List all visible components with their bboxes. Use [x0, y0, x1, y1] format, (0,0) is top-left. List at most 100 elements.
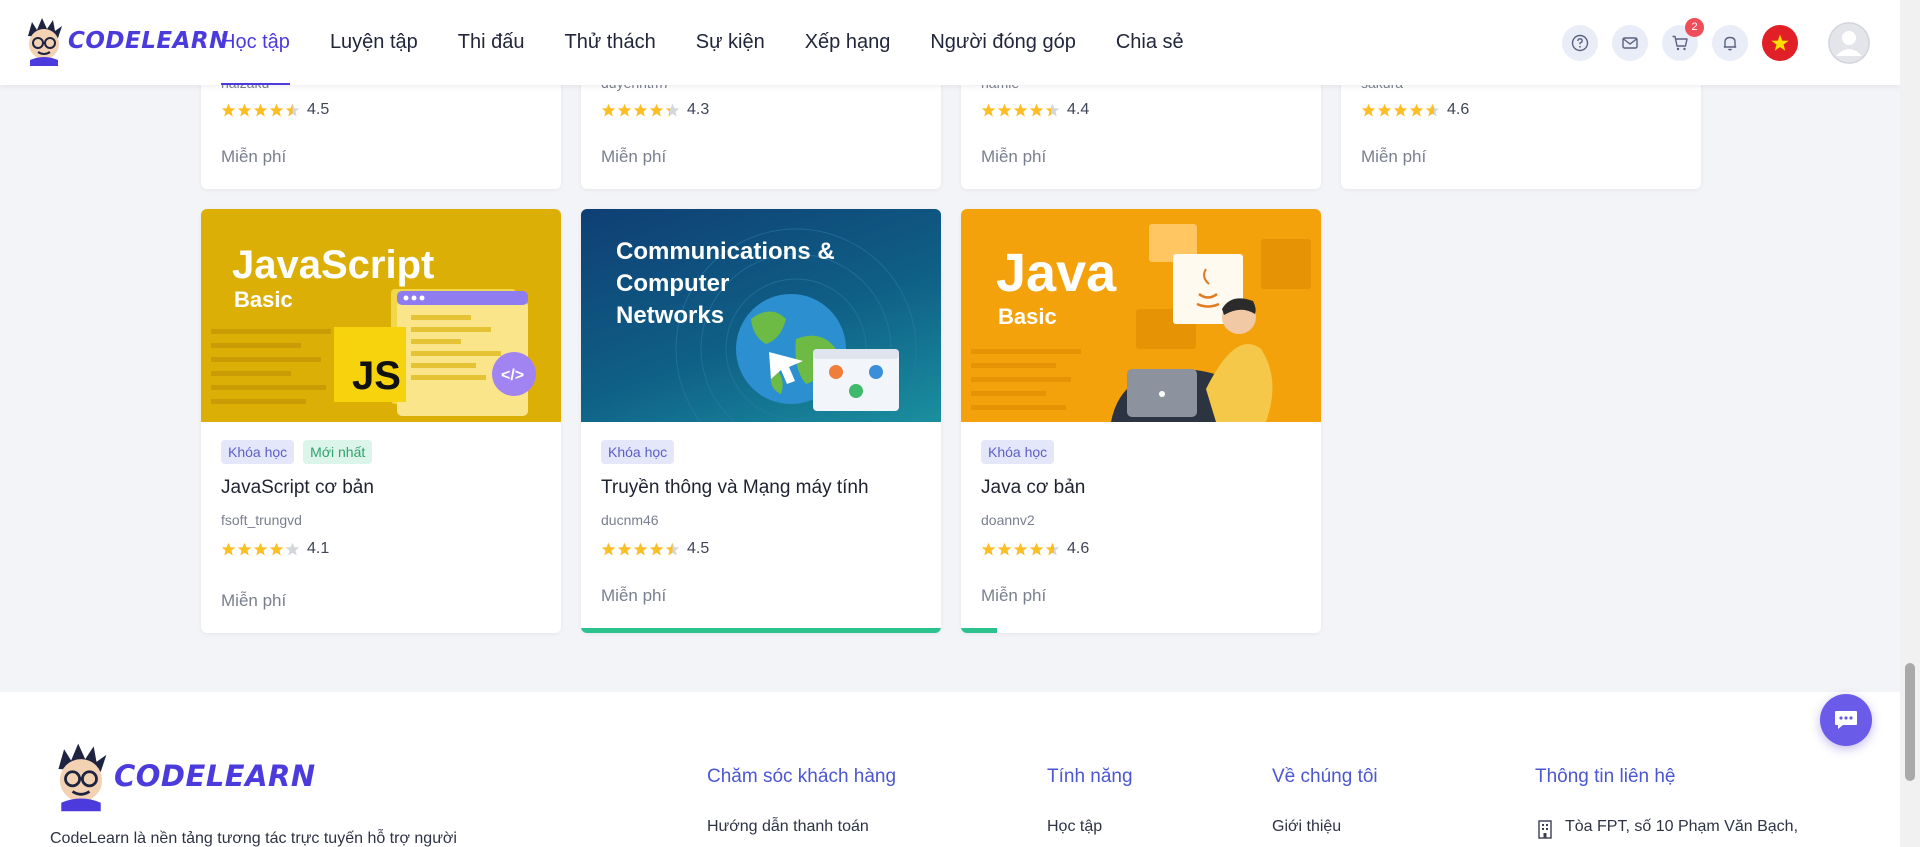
star-icon: [649, 542, 664, 555]
mascot-logo-icon: [58, 743, 107, 812]
cart-button[interactable]: 2: [1662, 18, 1704, 61]
star-icon: [285, 542, 300, 555]
chat-button[interactable]: [1820, 694, 1872, 746]
language-button[interactable]: [1762, 25, 1798, 61]
star-icon: [221, 542, 236, 555]
notifications-button[interactable]: [1712, 25, 1748, 61]
building-icon: [1538, 820, 1552, 839]
thumb-title: JavaScript: [232, 243, 434, 287]
js-badge: JS: [352, 354, 401, 398]
star-icon: [981, 542, 996, 555]
help-button[interactable]: [1562, 25, 1598, 61]
footer-address: Tòa FPT, số 10 Phạm Văn Bạch,: [1535, 818, 1798, 839]
java-thumbnail-art: Java Basic: [971, 224, 1311, 422]
course-rating: 4.1: [221, 540, 329, 558]
rating-value: 4.5: [687, 540, 710, 557]
page-scrollbar[interactable]: [1900, 0, 1920, 847]
course-card-javascript[interactable]: JS </> JavaScript Basic Khóa học Mới nhấ…: [201, 209, 561, 633]
star-icon: [649, 103, 664, 116]
course-progress-bar: [961, 628, 997, 633]
star-icon: [633, 103, 648, 116]
course-price: Miễn phí: [981, 147, 1047, 166]
thumb-title-line3: Networks: [616, 302, 724, 329]
tag-newest: Mới nhất: [303, 440, 373, 464]
footer-link-payment-guide[interactable]: Hướng dẫn thanh toán: [707, 818, 869, 836]
nav-su-kien[interactable]: Sự kiện: [696, 0, 765, 85]
cart-icon: [1672, 35, 1688, 51]
rating-value: 4.6: [1067, 540, 1090, 557]
thumb-subtitle: Basic: [234, 287, 293, 312]
course-tags: Khóa học Mới nhất: [221, 440, 381, 464]
codelearn-logo[interactable]: CODELEARN: [22, 16, 229, 66]
course-rating: 4.5: [601, 540, 709, 558]
star-icon: [1029, 542, 1044, 555]
star-icon: [1029, 103, 1044, 116]
messages-button[interactable]: [1612, 25, 1648, 61]
main-nav: Học tập Luyện tập Thi đấu Thử thách Sự k…: [221, 0, 1224, 85]
footer-col-title-support: Chăm sóc khách hàng: [707, 766, 897, 787]
course-progress-bar: [581, 628, 941, 633]
star-icon: [617, 542, 632, 555]
star-icon: [253, 542, 268, 555]
star-icon: [221, 103, 236, 116]
nav-thi-dau[interactable]: Thi đấu: [458, 0, 525, 85]
star-icon: [237, 103, 252, 116]
star-icon: [1409, 103, 1424, 116]
site-footer: CODELEARN CodeLearn là nền tảng tương tá…: [0, 692, 1900, 847]
footer-description: CodeLearn là nền tảng tương tác trực tuy…: [50, 830, 457, 847]
nav-hoc-tap[interactable]: Học tập: [221, 0, 290, 85]
footer-logo-text: CODELEARN: [114, 759, 316, 793]
star-icon: [617, 103, 632, 116]
course-card-java[interactable]: Java Basic Khóa học Java cơ bản doannv2 …: [961, 209, 1321, 633]
star-icon: [997, 542, 1012, 555]
footer-link-learning[interactable]: Học tập: [1047, 818, 1102, 836]
nav-nguoi-dong-gop[interactable]: Người đóng góp: [930, 0, 1076, 85]
nav-xep-hang[interactable]: Xếp hạng: [805, 0, 891, 85]
star-icon: [253, 103, 268, 116]
course-price: Miễn phí: [221, 147, 287, 166]
star-icon: [981, 103, 996, 116]
star-icon: [237, 542, 252, 555]
nav-thu-thach[interactable]: Thử thách: [565, 0, 656, 85]
rating-stars: [981, 103, 1061, 118]
thumb-subtitle: Basic: [998, 304, 1057, 329]
rating-stars: [601, 103, 681, 118]
course-tags: Khóa học: [981, 440, 1063, 464]
thumb-title-line2: Computer: [616, 270, 729, 297]
course-tags: Khóa học: [601, 440, 683, 464]
javascript-thumbnail-art: JS </> JavaScript Basic: [211, 243, 536, 416]
star-icon: [633, 542, 648, 555]
star-icon: [269, 542, 284, 555]
course-price: Miễn phí: [1361, 147, 1427, 166]
footer-logo[interactable]: CODELEARN: [50, 738, 316, 814]
course-author: ducnm46: [601, 512, 659, 528]
course-rating: 4.3: [601, 101, 709, 119]
user-avatar[interactable]: [1828, 22, 1870, 64]
rating-value: 4.6: [1447, 101, 1470, 118]
course-thumbnail: Communications & Computer Networks: [581, 209, 941, 422]
star-icon: [1377, 103, 1392, 116]
nav-chia-se[interactable]: Chia sẻ: [1116, 0, 1184, 85]
course-card-networks[interactable]: Communications & Computer Networks Khóa …: [581, 209, 941, 633]
chat-bubble-icon: [1835, 711, 1857, 729]
course-title: Truyền thông và Mạng máy tính: [601, 477, 869, 498]
help-icon: [1571, 34, 1589, 52]
star-icon: [997, 103, 1012, 116]
course-price: Miễn phí: [601, 586, 667, 605]
course-author: doannv2: [981, 512, 1035, 528]
rating-stars: [981, 542, 1061, 557]
mail-icon: [1622, 37, 1638, 49]
course-title: Java cơ bản: [981, 477, 1086, 498]
rating-value: 4.5: [307, 101, 330, 118]
star-icon: [601, 542, 616, 555]
rating-value: 4.4: [1067, 101, 1090, 118]
vietnam-flag-icon: [1771, 34, 1789, 51]
scrollbar-thumb[interactable]: [1905, 663, 1915, 781]
bell-icon: [1723, 36, 1737, 51]
star-icon: [1045, 103, 1060, 116]
nav-luyen-tap[interactable]: Luyện tập: [330, 0, 418, 85]
star-icon: [601, 103, 616, 116]
footer-link-introduction[interactable]: Giới thiệu: [1272, 818, 1341, 836]
course-thumbnail: Java Basic: [961, 209, 1321, 422]
footer-col-title-contact: Thông tin liên hệ: [1535, 766, 1676, 787]
